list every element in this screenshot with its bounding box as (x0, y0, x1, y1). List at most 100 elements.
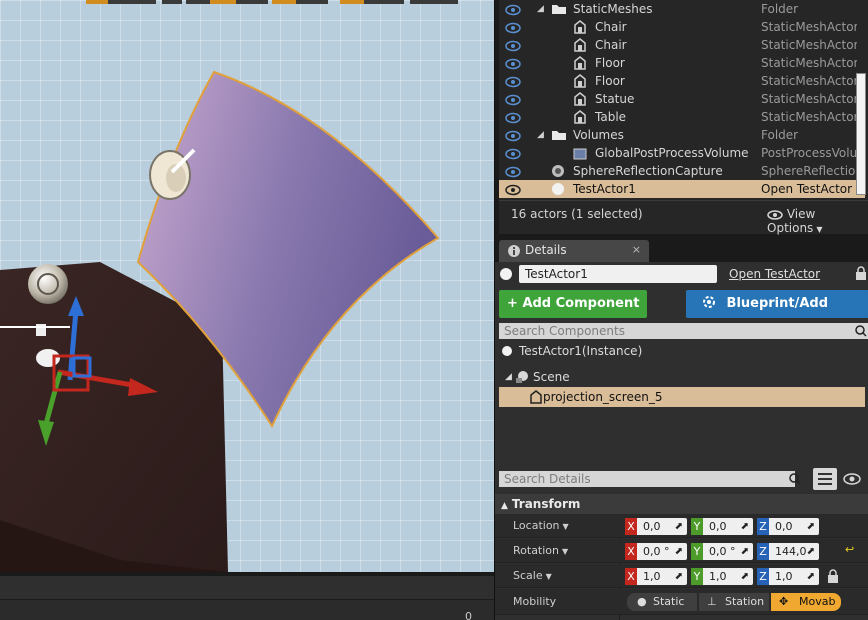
component-scene-row[interactable]: ◢ Scene (499, 367, 865, 387)
scene-label: Scene (533, 370, 570, 384)
add-component-button[interactable]: + Add Component ▼ (499, 290, 647, 337)
outliner-row-label: Table (595, 110, 627, 124)
rotation-z-field[interactable]: 144,0 ⬈ (769, 543, 819, 560)
lock-icon[interactable] (855, 266, 867, 280)
outliner-row[interactable]: Floor StaticMeshActor (499, 72, 865, 90)
eye-icon[interactable] (505, 57, 521, 70)
eye-icon[interactable] (505, 3, 521, 16)
location-row: Location ▼ X 0,0 ⬈ Y 0,0 ⬈ Z 0,0 ⬈ (495, 514, 868, 538)
eye-icon[interactable] (843, 473, 861, 485)
actor-icon (551, 182, 565, 201)
eye-icon[interactable] (505, 183, 521, 196)
outliner-row-type: PostProcessVolum (761, 146, 857, 160)
add-component-label: Add Component (522, 296, 640, 311)
world-outliner: ◢ StaticMeshes Folder Chair StaticMeshActor C… (499, 0, 868, 235)
actor-icon (500, 268, 512, 280)
component-label: projection_screen_5 (543, 390, 663, 404)
component-instance-row[interactable]: TestActor1(Instance) (499, 341, 865, 361)
eye-icon[interactable] (505, 39, 521, 52)
outliner-row-label: Floor (595, 74, 625, 88)
open-testactor-link[interactable]: Open TestActor (729, 267, 820, 281)
rotation-row: Rotation ▼ X 0,0 ° ⬈ Y 0,0 ° ⬈ Z 144,0 ⬈ ↩ (495, 539, 868, 563)
outliner-row[interactable]: TestActor1 Open TestActor (499, 180, 865, 198)
scale-row: Scale ▼ X 1,0 ⬈ Y 1,0 ⬈ Z 1,0 ⬈ (495, 564, 868, 588)
location-x-field[interactable]: 0,0 ⬈ (637, 518, 687, 535)
view-options-button[interactable]: View Options ▼ (767, 207, 868, 235)
lock-icon[interactable] (827, 569, 839, 583)
tab-details[interactable]: Details × (499, 240, 649, 262)
transform-section-header[interactable]: ▲ Transform (495, 494, 868, 514)
blueprint-add-script-button[interactable]: Blueprint/Add Script (686, 290, 868, 339)
location-z-field[interactable]: 0,0 ⬈ (769, 518, 819, 535)
info-icon (508, 245, 520, 257)
outliner-row-type: Folder (761, 2, 799, 16)
static-mesh-icon (530, 390, 542, 404)
mobility-stationary-button[interactable]: ⊥ Station (699, 593, 769, 611)
scale-z-field[interactable]: 1,0 ⬈ (769, 568, 819, 585)
move-icon: ✥ (779, 595, 789, 608)
eye-icon[interactable] (505, 75, 521, 88)
axis-x-label: X (625, 543, 637, 560)
eye-icon[interactable] (505, 111, 521, 124)
outliner-row[interactable]: Table StaticMeshActor (499, 108, 865, 126)
component-projection-screen-row[interactable]: projection_screen_5 (499, 387, 865, 407)
eye-icon[interactable] (505, 147, 521, 160)
outliner-row[interactable]: ◢ StaticMeshes Folder (499, 0, 865, 18)
search-icon[interactable] (789, 473, 801, 485)
outliner-row[interactable]: SphereReflectionCapture SphereReflectionC (499, 162, 865, 180)
expand-arrow-icon[interactable]: ◢ (537, 126, 544, 144)
outliner-row-label: Floor (595, 56, 625, 70)
search-icon[interactable] (855, 325, 867, 337)
axis-y-label: Y (691, 518, 703, 535)
eye-icon[interactable] (505, 21, 521, 34)
outliner-scrollbar[interactable] (856, 73, 866, 195)
outliner-row-type: StaticMeshActor (761, 110, 857, 124)
static-icon: ● (637, 595, 647, 608)
stationary-icon: ⊥ (707, 595, 717, 608)
rotation-label[interactable]: Rotation ▼ (513, 544, 568, 557)
outliner-row[interactable]: Statue StaticMeshActor (499, 90, 865, 108)
scale-label[interactable]: Scale ▼ (513, 569, 552, 582)
axis-x-label: X (625, 518, 637, 535)
reset-to-default-icon[interactable]: ↩ (845, 543, 854, 556)
outliner-row-type: StaticMeshActor (761, 20, 857, 34)
level-viewport[interactable]: 0 (0, 0, 494, 620)
search-details-input[interactable]: Search Details (499, 471, 795, 487)
outliner-row-type[interactable]: Open TestActor (761, 180, 857, 198)
close-icon[interactable]: × (632, 243, 641, 256)
scale-x-field[interactable]: 1,0 ⬈ (637, 568, 687, 585)
right-panel: ◢ StaticMeshes Folder Chair StaticMeshActor C… (494, 0, 868, 620)
axis-z-label: Z (757, 568, 769, 585)
outliner-row-type: StaticMeshActor (761, 38, 857, 52)
expand-arrow-icon: ◢ (505, 372, 512, 382)
expand-arrow-icon[interactable]: ◢ (537, 0, 544, 18)
eye-icon[interactable] (505, 93, 521, 106)
outliner-row-type: SphereReflectionC (761, 164, 857, 178)
mobility-static-button[interactable]: ● Static (627, 593, 697, 611)
list-icon (818, 473, 832, 485)
scale-y-field[interactable]: 1,0 ⬈ (703, 568, 753, 585)
outliner-row[interactable]: Chair StaticMeshActor (499, 18, 865, 36)
rotation-y-field[interactable]: 0,0 ° ⬈ (703, 543, 753, 560)
property-matrix-button[interactable] (813, 468, 837, 490)
details-tab-label: Details (525, 243, 567, 257)
outliner-row[interactable]: Floor StaticMeshActor (499, 54, 865, 72)
location-label[interactable]: Location ▼ (513, 519, 569, 532)
outliner-row[interactable]: GlobalPostProcessVolume PostProcessVolum (499, 144, 865, 162)
transform-label: Transform (511, 497, 581, 511)
search-components-input[interactable]: Search Components (499, 323, 868, 339)
eye-icon (767, 209, 783, 220)
sphere-reflection-icon[interactable] (28, 264, 68, 304)
eye-icon[interactable] (505, 129, 521, 142)
outliner-row[interactable]: ◢ Volumes Folder (499, 126, 865, 144)
location-y-field[interactable]: 0,0 ⬈ (703, 518, 753, 535)
outliner-row[interactable]: Chair StaticMeshActor (499, 36, 865, 54)
eye-icon[interactable] (505, 165, 521, 178)
actor-name-input[interactable]: TestActor1 (519, 265, 717, 283)
mobility-movable-button[interactable]: ✥ Movab (771, 593, 841, 611)
timeline-bar[interactable] (0, 576, 494, 600)
rotation-x-field[interactable]: 0,0 ° ⬈ (637, 543, 687, 560)
outliner-row-label: Volumes (573, 128, 624, 142)
axis-z-label: Z (757, 518, 769, 535)
outliner-row-label: Chair (595, 20, 627, 34)
